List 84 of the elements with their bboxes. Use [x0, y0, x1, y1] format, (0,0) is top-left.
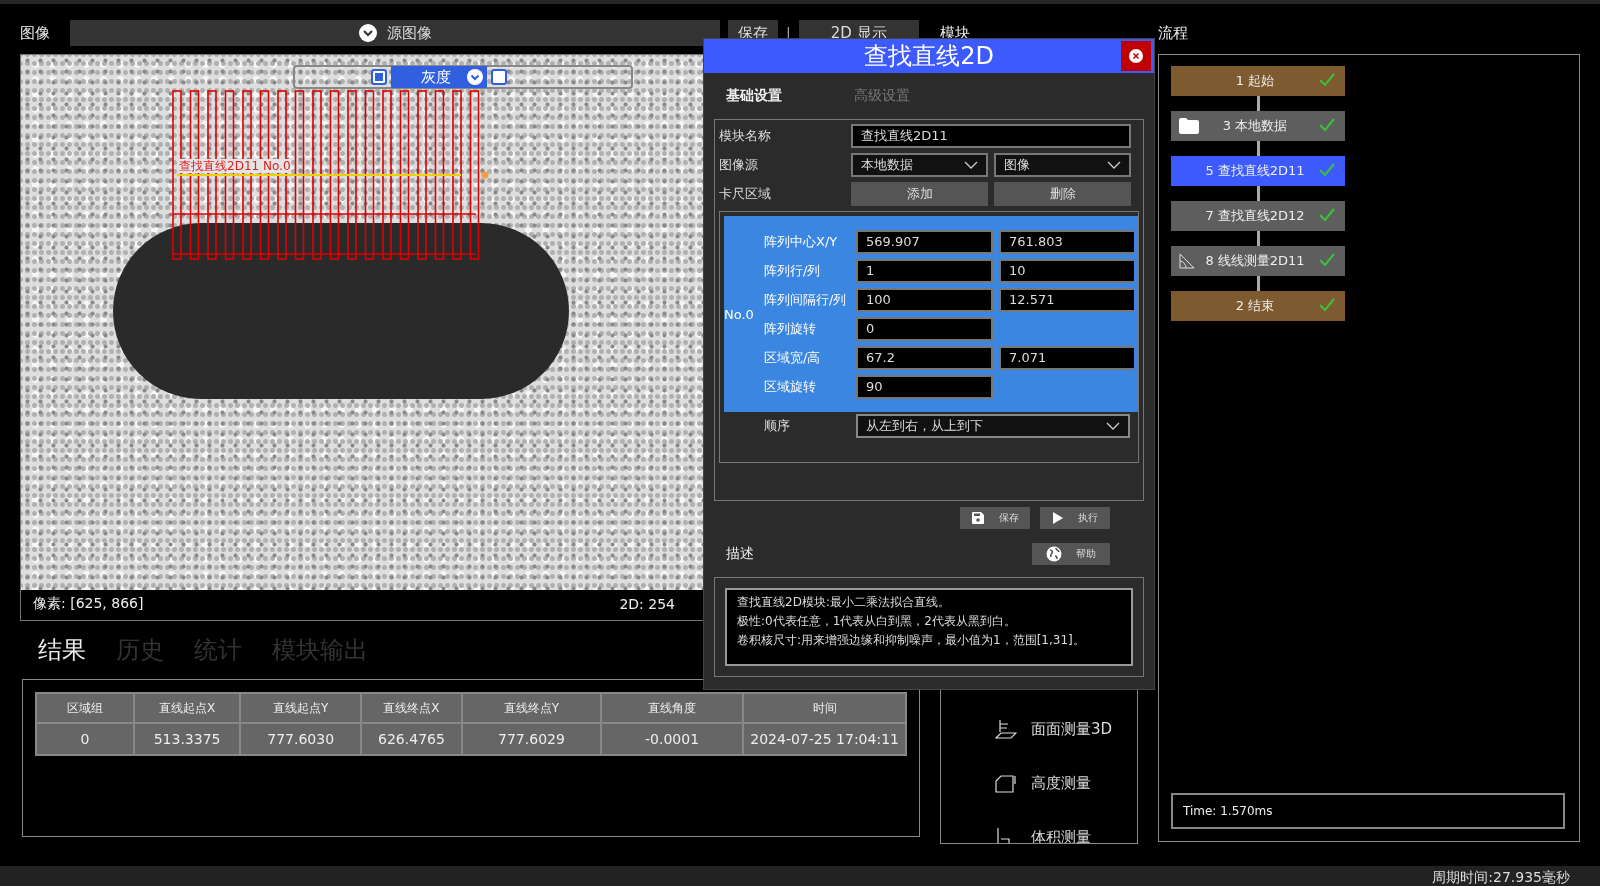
column-header: 直线角度 [600, 693, 744, 723]
caliper-button[interactable]: 添加 [851, 182, 988, 206]
dropdown[interactable]: 本地数据 [851, 153, 988, 177]
flow-node[interactable]: 3 本地数据 [1171, 111, 1345, 141]
step-height-icon [995, 773, 1017, 793]
module-item[interactable]: 体积测量 [1031, 827, 1091, 843]
flow-panel-title: 流程 [1158, 23, 1189, 44]
field-label: 卡尺区域 [719, 185, 772, 203]
input-field[interactable]: 7.071 [999, 345, 1134, 370]
action-button[interactable]: 保存 [960, 507, 1030, 529]
save-icon [971, 511, 985, 525]
module-item[interactable]: 面面测量3D [1031, 719, 1113, 739]
flow-node[interactable]: 1 起始 [1171, 66, 1345, 96]
close-button[interactable] [1121, 41, 1151, 71]
table-cell: 2024-07-25 17:04:11 [743, 723, 906, 755]
chevron-down-icon [1107, 161, 1121, 169]
play-icon [1052, 511, 1064, 525]
field-label: 区域旋转 [764, 377, 817, 396]
plane-measure-icon [995, 719, 1017, 739]
table-cell: 777.6030 [240, 723, 361, 755]
time-readout: Time: 1.570ms [1171, 793, 1565, 829]
view-readout: 2D: 254 [619, 596, 675, 612]
chevron-down-icon [1106, 422, 1120, 430]
pixel-readout: 像素: [625, 866] [33, 595, 144, 613]
input-field[interactable]: 90 [856, 374, 993, 399]
checkbox[interactable] [491, 69, 507, 85]
order-dropdown[interactable]: 从左到右，从上到下 [856, 414, 1130, 438]
column-header: 直线终点X [360, 693, 463, 723]
field-label: 阵列中心X/Y [764, 232, 839, 251]
column-header: 直线起点X [133, 693, 241, 723]
cycle-time-text: 周期时间:27.935毫秒 [1432, 869, 1570, 886]
module-name-field[interactable]: 查找直线2D11 [851, 124, 1131, 148]
globe-icon [1046, 546, 1062, 562]
dropdown[interactable]: 图像 [994, 153, 1131, 177]
column-header: 时间 [743, 693, 906, 723]
chevron-down-icon [964, 161, 978, 169]
table-cell: -0.0001 [600, 723, 744, 755]
flow-node[interactable]: 2 结束 [1171, 291, 1345, 321]
column-header: 直线起点Y [240, 693, 361, 723]
angle-icon [1179, 253, 1195, 269]
description-text: 卷积核尺寸:用来增强边缘和抑制噪声，最小值为1，范围[1,31]。 [737, 632, 1086, 649]
chevron-down-icon [358, 24, 377, 42]
flow-node[interactable]: 8 线线测量2D11 [1171, 246, 1345, 276]
checkbox[interactable] [371, 69, 387, 85]
flow-node[interactable]: 5 查找直线2D11 [1171, 156, 1345, 186]
description-text: 极性:0代表任意，1代表从白到黑，2代表从黑到白。 [737, 613, 1017, 630]
column-header: 直线终点Y [462, 693, 601, 723]
flow-node[interactable]: 7 查找直线2D12 [1171, 201, 1345, 231]
column-header: 区域组 [36, 693, 134, 723]
result-tab[interactable]: 结果 [38, 634, 86, 666]
field-label: 图像源 [719, 156, 759, 174]
field-label: 区域宽/高 [764, 348, 822, 367]
table-cell: 513.3375 [133, 723, 241, 755]
caliper-label: 查找直线2D11 No.0 [179, 159, 291, 173]
field-label: 模块名称 [719, 127, 772, 145]
input-field[interactable]: 569.907 [856, 229, 993, 254]
input-field[interactable]: 761.803 [999, 229, 1134, 254]
input-field[interactable]: 67.2 [856, 345, 993, 370]
description-title: 描述 [726, 545, 754, 563]
table-cell: 0 [36, 723, 134, 755]
help-button[interactable]: 帮助 [1032, 543, 1110, 565]
table-cell: 626.4765 [360, 723, 463, 755]
close-icon [1129, 49, 1143, 63]
input-field[interactable]: 0 [856, 316, 993, 341]
image-source-selector[interactable]: 源图像 [70, 20, 720, 46]
image-panel-title: 图像 [20, 23, 51, 43]
input-field[interactable]: 1 [856, 258, 993, 283]
display-mode-dropdown[interactable]: 灰度 [391, 66, 487, 88]
action-button[interactable]: 执行 [1040, 507, 1110, 529]
folder-icon [1179, 118, 1199, 134]
input-field[interactable]: 100 [856, 287, 993, 312]
group-label: No.0 [724, 306, 755, 322]
chevron-down-icon [467, 69, 483, 85]
field-label: 阵列旋转 [764, 319, 817, 338]
settings-tab[interactable]: 基础设置 [726, 87, 782, 105]
table-cell: 777.6029 [462, 723, 601, 755]
field-label: 顺序 [764, 417, 791, 435]
module-item[interactable]: 高度测量 [1031, 773, 1091, 793]
description-text: 查找直线2D模块:最小二乘法拟合直线。 [737, 594, 951, 611]
field-label: 阵列间隔行/列 [764, 290, 848, 309]
field-label: 阵列行/列 [764, 261, 822, 280]
caliper-button[interactable]: 删除 [994, 182, 1131, 206]
input-field[interactable]: 12.571 [999, 287, 1134, 312]
input-field[interactable]: 10 [999, 258, 1134, 283]
